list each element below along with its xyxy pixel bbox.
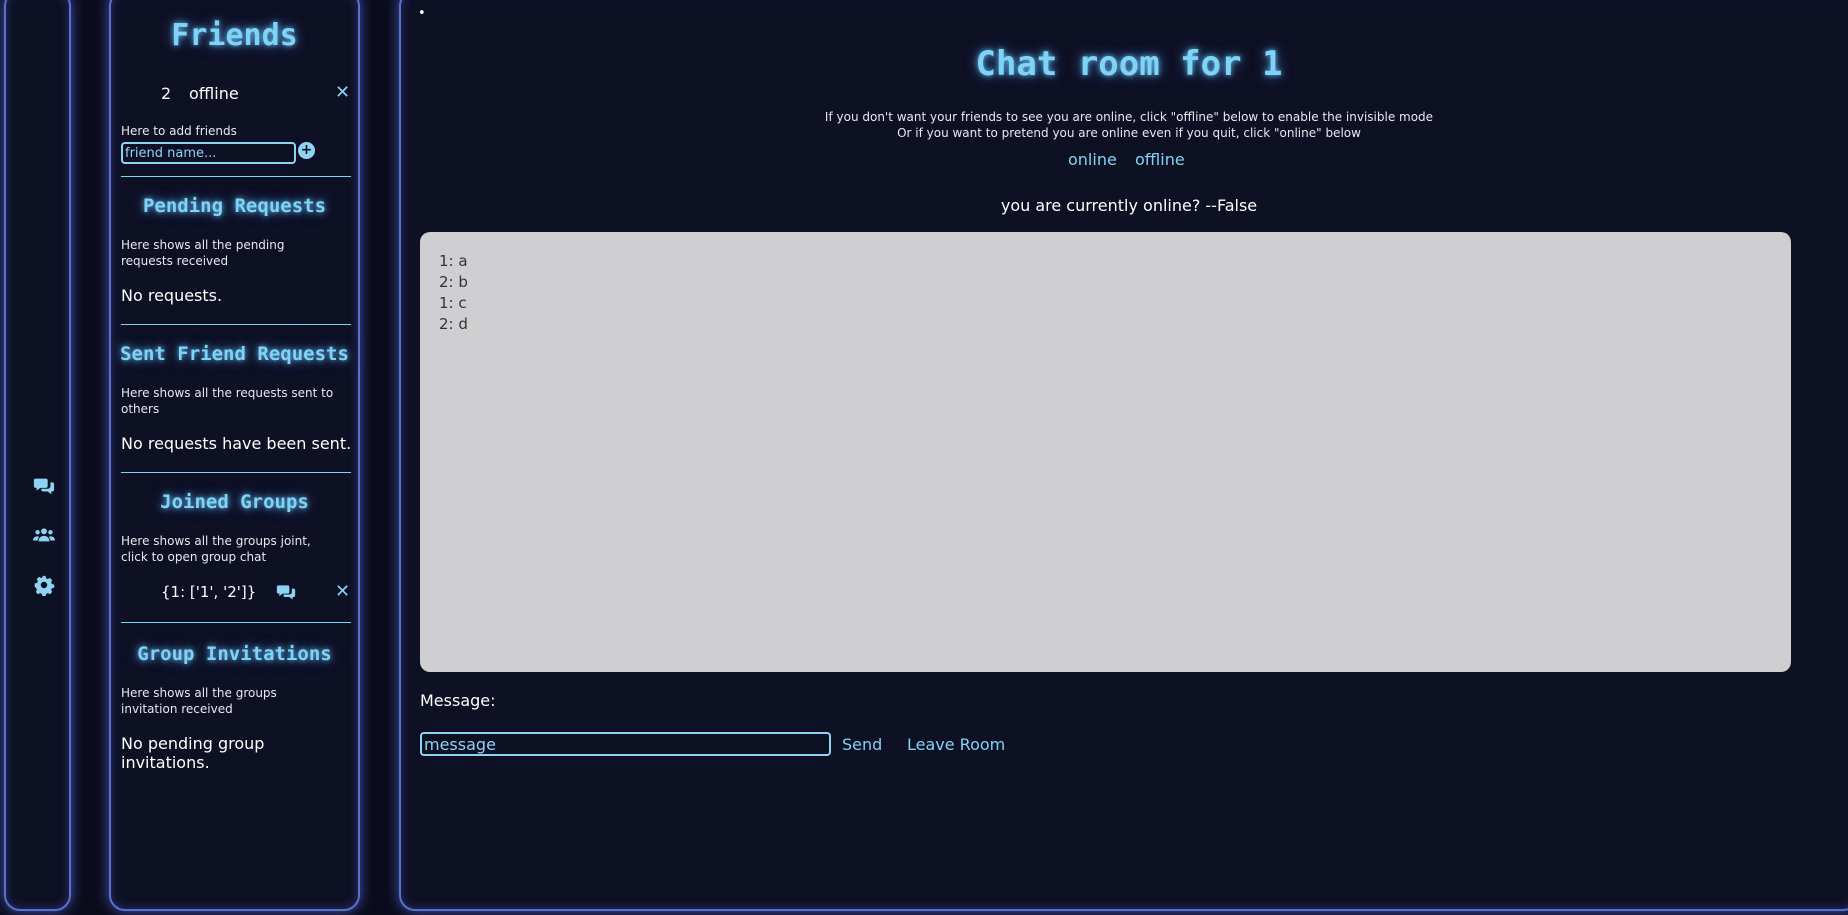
sent-requests-title: Sent Friend Requests xyxy=(120,343,349,365)
online-status-text: you are currently online? --False xyxy=(1000,196,1258,215)
divider xyxy=(121,176,351,177)
chat-icon[interactable] xyxy=(29,473,59,499)
chat-message: 2: b xyxy=(439,273,468,291)
offline-button[interactable]: offline xyxy=(1135,150,1185,169)
chat-room-panel: • Chat room for 1 If you don't want your… xyxy=(399,0,1848,911)
pending-requests-desc: Here shows all the pending requests rece… xyxy=(121,238,285,268)
chat-message: 1: c xyxy=(439,294,467,312)
remove-friend-close-icon[interactable]: ✕ xyxy=(335,84,350,102)
chat-room-title: Chat room for 1 xyxy=(975,44,1283,84)
pending-requests-title: Pending Requests xyxy=(142,195,327,217)
users-icon[interactable] xyxy=(29,522,59,548)
icon-rail xyxy=(4,0,71,911)
gear-icon[interactable] xyxy=(29,572,59,598)
group-invitations-title: Group Invitations xyxy=(137,643,332,665)
leave-room-button[interactable]: Leave Room xyxy=(907,735,1005,754)
leave-group-close-icon[interactable]: ✕ xyxy=(335,583,350,601)
chat-message: 2: d xyxy=(439,315,468,333)
divider xyxy=(121,472,351,473)
friends-sidebar: Friends 2 offline ✕ Here to add friends … xyxy=(109,0,360,911)
divider xyxy=(121,324,351,325)
joined-groups-desc: Here shows all the groups joint, click t… xyxy=(121,534,311,564)
friend-name-input[interactable] xyxy=(121,142,296,164)
joined-groups-title: Joined Groups xyxy=(160,491,309,513)
pending-requests-empty: No requests. xyxy=(121,286,223,305)
message-input[interactable] xyxy=(420,732,831,756)
group-invitations-empty: No pending group invitations. xyxy=(121,734,265,772)
divider xyxy=(121,622,351,623)
group-item: {1: ['1', '2']} xyxy=(161,583,257,601)
sent-requests-desc: Here shows all the requests sent to othe… xyxy=(121,386,334,416)
invisible-mode-info: If you don't want your friends to see yo… xyxy=(824,110,1434,124)
chat-message: 1: a xyxy=(439,252,468,270)
friends-title: Friends xyxy=(171,18,298,53)
sent-requests-empty: No requests have been sent. xyxy=(121,434,352,453)
list-bullet: • xyxy=(418,6,426,21)
send-button[interactable]: Send xyxy=(842,735,882,754)
add-friend-hint: Here to add friends xyxy=(121,124,237,138)
online-button[interactable]: online xyxy=(1068,150,1117,169)
pretend-online-info: Or if you want to pretend you are online… xyxy=(897,126,1361,140)
friend-id: 2 xyxy=(161,84,172,103)
add-friend-button[interactable]: + xyxy=(298,142,315,159)
chat-messages-box: 1: a 2: b 1: c 2: d xyxy=(420,232,1791,672)
group-invitations-desc: Here shows all the groups invitation rec… xyxy=(121,686,277,716)
message-label: Message: xyxy=(420,691,496,710)
friend-status: offline xyxy=(189,84,239,103)
open-group-chat-icon[interactable] xyxy=(275,582,297,602)
